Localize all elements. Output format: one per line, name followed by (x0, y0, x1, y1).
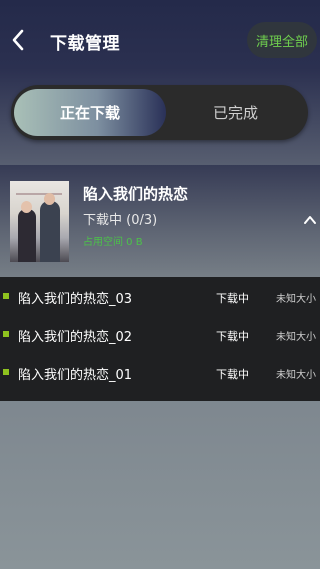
chevron-left-icon (12, 29, 24, 51)
list-item[interactable]: 陷入我们的热恋_01 下载中 未知大小 (0, 353, 320, 391)
tab-bar: 正在下载 已完成 (11, 85, 308, 140)
storage-used: 占用空间 0 B (83, 237, 143, 248)
group-status: 下载中 (0/3) (83, 213, 158, 228)
item-size: 未知大小 (276, 294, 316, 305)
list-item[interactable]: 陷入我们的热恋_02 下载中 未知大小 (0, 315, 320, 353)
clear-all-button[interactable]: 清理全部 (247, 22, 317, 58)
item-status: 下载中 (216, 330, 249, 343)
back-button[interactable] (6, 26, 30, 54)
tab-completed[interactable]: 已完成 (166, 89, 305, 136)
item-name: 陷入我们的热恋_01 (18, 368, 133, 383)
item-name: 陷入我们的热恋_02 (18, 330, 133, 345)
page-title: 下载管理 (50, 34, 120, 54)
chevron-up-icon[interactable] (302, 212, 318, 228)
list-item[interactable]: 陷入我们的热恋_03 下载中 未知大小 (0, 277, 320, 315)
bullet-marker (3, 293, 9, 299)
item-name: 陷入我们的热恋_03 (18, 292, 133, 307)
poster-image (10, 181, 69, 262)
header: 下载管理 清理全部 (0, 0, 320, 80)
item-size: 未知大小 (276, 332, 316, 343)
bullet-marker (3, 369, 9, 375)
item-size: 未知大小 (276, 370, 316, 381)
episode-list: 陷入我们的热恋_03 下载中 未知大小 陷入我们的热恋_02 下载中 未知大小 … (0, 277, 320, 401)
bullet-marker (3, 331, 9, 337)
group-title: 陷入我们的热恋 (83, 185, 189, 203)
item-status: 下载中 (216, 292, 249, 305)
tab-downloading[interactable]: 正在下载 (14, 89, 166, 136)
download-group[interactable]: 陷入我们的热恋 下载中 (0/3) 占用空间 0 B (0, 165, 320, 277)
item-status: 下载中 (216, 368, 249, 381)
